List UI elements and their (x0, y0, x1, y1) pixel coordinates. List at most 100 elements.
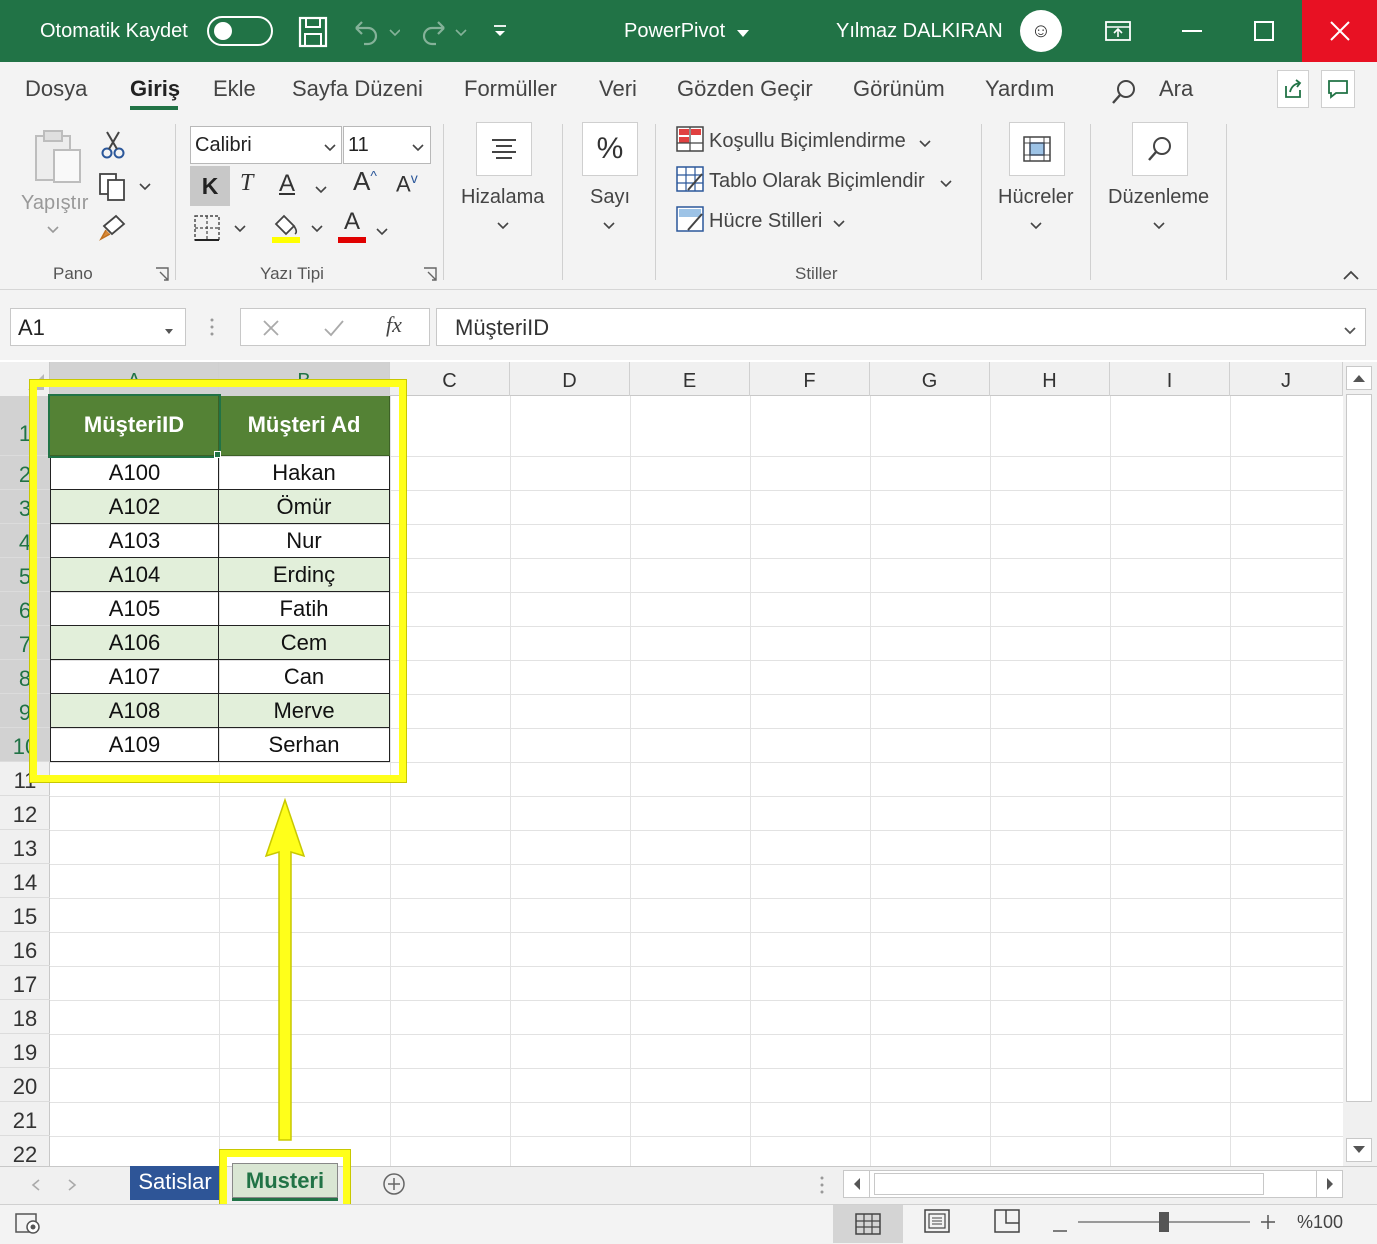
row-header-20[interactable]: 20 (0, 1068, 50, 1102)
chevron-down-icon[interactable] (495, 218, 511, 236)
add-sheet-icon[interactable] (382, 1172, 406, 1201)
alignment-label[interactable]: Hizalama (461, 186, 544, 209)
zoom-slider[interactable] (1078, 1212, 1250, 1232)
column-header-i[interactable]: I (1110, 362, 1230, 396)
user-name[interactable]: Yılmaz DALKIRAN (836, 20, 1003, 43)
chevron-down-icon[interactable] (939, 176, 953, 194)
tab-splitter-icon[interactable] (818, 1174, 826, 1201)
chevron-down-icon[interactable] (313, 182, 329, 200)
row-header-18[interactable]: 18 (0, 1000, 50, 1034)
column-header-f[interactable]: F (750, 362, 870, 396)
cancel-icon[interactable] (261, 318, 281, 343)
borders-icon[interactable] (193, 214, 253, 247)
column-header-e[interactable]: E (630, 362, 750, 396)
chevron-down-icon[interactable] (736, 26, 750, 44)
grow-font-button[interactable]: A^ (353, 166, 377, 197)
document-title[interactable]: PowerPivot (624, 20, 725, 43)
underline-button[interactable]: A (279, 170, 295, 198)
tab-formuller[interactable]: Formüller (464, 76, 557, 102)
row-header-22[interactable]: 22 (0, 1136, 50, 1170)
horizontal-scrollbar[interactable] (843, 1170, 1343, 1198)
scroll-right-icon[interactable] (1316, 1171, 1342, 1197)
row-header-17[interactable]: 17 (0, 966, 50, 1000)
row-header-14[interactable]: 14 (0, 864, 50, 898)
row-header-15[interactable]: 15 (0, 898, 50, 932)
minimize-icon[interactable] (1156, 0, 1228, 62)
cut-icon[interactable] (100, 130, 126, 165)
tab-veri[interactable]: Veri (599, 76, 637, 102)
save-icon[interactable] (298, 16, 328, 53)
tab-giris[interactable]: Giriş (130, 76, 180, 102)
sheet-tab-satislar[interactable]: Satislar (130, 1166, 222, 1200)
dialog-launcher-icon[interactable] (155, 267, 169, 286)
column-header-c[interactable]: C (390, 362, 510, 396)
zoom-level[interactable]: %100 (1297, 1212, 1343, 1233)
font-color-button[interactable]: A (338, 208, 366, 236)
cells-icon[interactable] (1009, 122, 1065, 176)
sheet-tab-musteri[interactable]: Musteri (232, 1163, 338, 1201)
drag-handle-icon[interactable] (208, 316, 216, 343)
chevron-down-icon[interactable] (163, 323, 175, 341)
tab-yardim[interactable]: Yardım (985, 76, 1054, 102)
cell-styles-icon[interactable] (676, 206, 704, 239)
column-header-g[interactable]: G (870, 362, 990, 396)
tab-sayfa-duzeni[interactable]: Sayfa Düzeni (292, 76, 423, 102)
number-label[interactable]: Sayı (590, 186, 630, 209)
dialog-launcher-icon[interactable] (423, 267, 437, 286)
column-header-d[interactable]: D (510, 362, 630, 396)
paste-icon[interactable] (30, 128, 86, 193)
cell-styles-label[interactable]: Hücre Stilleri (709, 210, 822, 233)
scroll-thumb[interactable] (1346, 394, 1372, 1102)
chevron-down-icon[interactable] (322, 140, 338, 158)
customize-qat-icon[interactable] (492, 24, 508, 45)
ribbon-display-icon[interactable] (1082, 0, 1154, 62)
h-scroll-thumb[interactable] (874, 1173, 1264, 1195)
copy-icon[interactable] (98, 172, 156, 207)
tab-gorunum[interactable]: Görünüm (853, 76, 945, 102)
share-icon[interactable] (1277, 70, 1309, 108)
chevron-down-icon[interactable] (1343, 323, 1357, 341)
fill-color-icon[interactable] (270, 210, 330, 249)
chevron-down-icon[interactable] (832, 216, 846, 234)
editing-label[interactable]: Düzenleme (1108, 186, 1209, 209)
cells-label[interactable]: Hücreler (998, 186, 1074, 209)
format-painter-icon[interactable] (98, 212, 128, 247)
macro-record-icon[interactable] (14, 1210, 42, 1241)
normal-view-icon[interactable] (833, 1205, 903, 1243)
chevron-down-icon[interactable] (918, 136, 932, 154)
font-name-combo[interactable]: Calibri (190, 126, 342, 164)
shrink-font-button[interactable]: Av (396, 170, 418, 197)
format-as-table-label[interactable]: Tablo Olarak Biçimlendir (709, 170, 925, 193)
row-header-19[interactable]: 19 (0, 1034, 50, 1068)
avatar[interactable]: ☺ (1020, 10, 1062, 52)
close-icon[interactable] (1302, 0, 1377, 62)
autosave-toggle[interactable] (207, 16, 273, 46)
editing-search-icon[interactable] (1132, 122, 1188, 176)
chevron-down-icon[interactable] (374, 224, 390, 242)
enter-icon[interactable] (323, 318, 345, 343)
format-as-table-icon[interactable] (676, 166, 704, 199)
search-label[interactable]: Ara (1159, 76, 1193, 102)
collapse-ribbon-icon[interactable] (1342, 268, 1360, 286)
italic-button[interactable]: T (240, 170, 253, 197)
scroll-left-icon[interactable] (844, 1171, 870, 1197)
vertical-scrollbar[interactable] (1343, 362, 1377, 1166)
maximize-icon[interactable] (1228, 0, 1300, 62)
prev-sheet-icon[interactable] (30, 1178, 42, 1197)
insert-function-button[interactable]: fx (386, 312, 402, 338)
chevron-down-icon[interactable] (601, 218, 617, 236)
name-box[interactable]: A1 (10, 308, 186, 346)
row-header-13[interactable]: 13 (0, 830, 50, 864)
zoom-slider-thumb[interactable] (1159, 1212, 1169, 1232)
formula-input[interactable]: MüşteriID (436, 308, 1366, 346)
tab-ekle[interactable]: Ekle (213, 76, 256, 102)
chevron-down-icon[interactable] (1028, 218, 1044, 236)
tab-gozden-gecir[interactable]: Gözden Geçir (677, 76, 813, 102)
tab-dosya[interactable]: Dosya (25, 76, 87, 102)
row-header-21[interactable]: 21 (0, 1102, 50, 1136)
conditional-format-icon[interactable] (676, 126, 704, 157)
paste-label[interactable]: Yapıştır (21, 192, 88, 215)
redo-icon[interactable] (418, 18, 470, 51)
scroll-down-icon[interactable] (1346, 1138, 1372, 1162)
search-icon[interactable] (1110, 78, 1138, 111)
